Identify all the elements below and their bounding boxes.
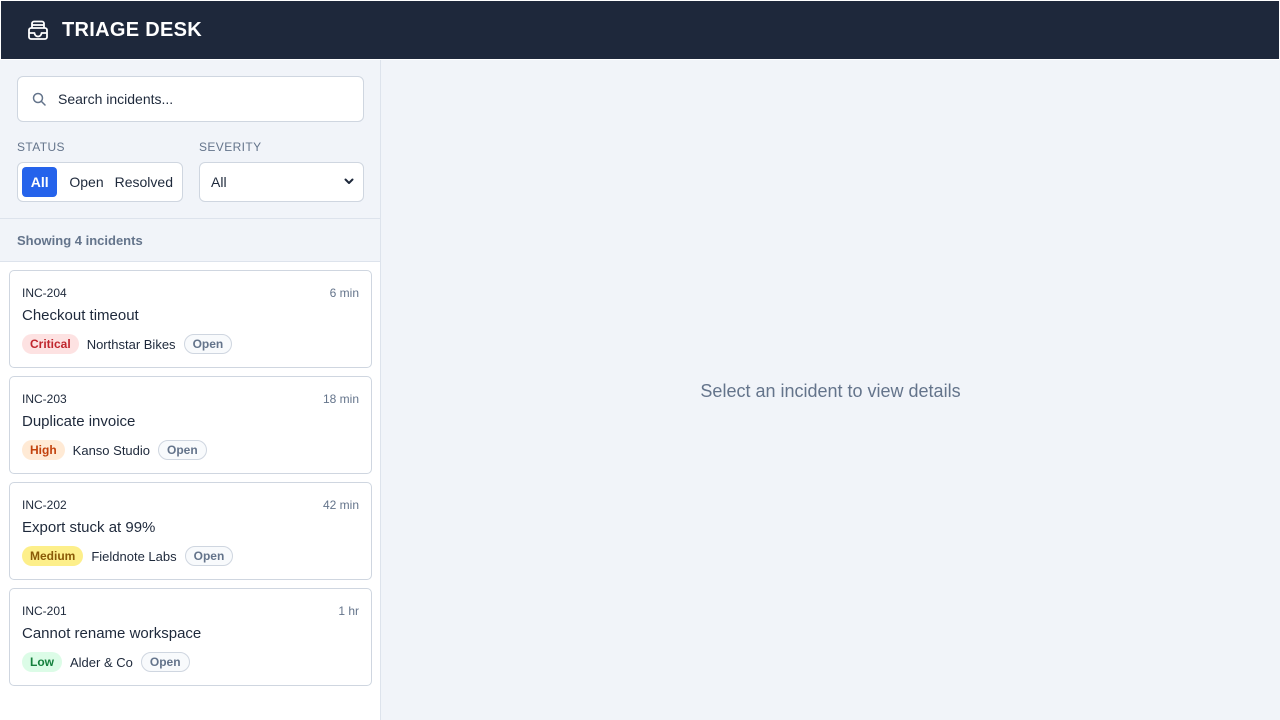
incident-card[interactable]: INC-201 1 hr Cannot rename workspace Low… (9, 588, 372, 686)
incident-id: INC-202 (22, 498, 67, 512)
severity-select[interactable]: All (199, 162, 364, 202)
filter-row: STATUS All Open Resolved SEVERITY All (17, 140, 364, 202)
customer-name: Kanso Studio (72, 442, 151, 458)
status-filter-label: STATUS (17, 140, 65, 154)
status-badge: Open (140, 652, 190, 672)
search-input[interactable] (58, 91, 338, 107)
app-title: TRIAGE DESK (62, 18, 202, 41)
incident-id: INC-201 (22, 604, 67, 618)
incident-sidebar: STATUS All Open Resolved SEVERITY All (0, 60, 381, 720)
status-badge: Open (183, 334, 233, 354)
chevron-down-icon (343, 174, 355, 190)
incident-id: INC-203 (22, 392, 67, 406)
severity-badge: Low (22, 652, 62, 672)
incident-title: Checkout timeout (22, 307, 139, 324)
incident-card[interactable]: INC-203 18 min Duplicate invoice High Ka… (9, 376, 372, 474)
severity-filter-label: SEVERITY (199, 140, 262, 154)
status-filter: STATUS All Open Resolved (17, 140, 183, 202)
customer-name: Fieldnote Labs (91, 548, 177, 564)
customer-name: Alder & Co (70, 654, 133, 670)
search-box[interactable] (17, 76, 364, 122)
incident-list: INC-204 6 min Checkout timeout Critical … (0, 262, 380, 686)
customer-name: Northstar Bikes (86, 336, 176, 352)
app-header: TRIAGE DESK (0, 0, 1280, 60)
severity-badge: High (22, 440, 65, 460)
severity-badge: Medium (22, 546, 84, 566)
severity-filter: SEVERITY All (199, 140, 364, 202)
incident-card[interactable]: INC-202 42 min Export stuck at 99% Mediu… (9, 482, 372, 580)
status-option-all[interactable]: All (22, 167, 58, 197)
detail-panel: Select an incident to view details (381, 60, 1280, 720)
filter-panel: STATUS All Open Resolved SEVERITY All (0, 60, 380, 219)
incident-age: 1 hr (338, 604, 359, 618)
inbox-tray-icon (27, 19, 49, 41)
incident-title: Cannot rename workspace (22, 625, 202, 642)
incident-id: INC-204 (22, 286, 67, 300)
incident-title: Export stuck at 99% (22, 519, 156, 536)
incident-title: Duplicate invoice (22, 413, 136, 430)
incident-age: 6 min (329, 286, 359, 300)
status-badge: Open (184, 546, 234, 566)
severity-badge: Critical (22, 334, 79, 354)
search-icon (32, 92, 46, 106)
status-segmented-control: All Open Resolved (17, 162, 183, 202)
incident-age: 18 min (322, 392, 359, 406)
status-option-resolved[interactable]: Resolved (110, 167, 178, 197)
incident-count: Showing 4 incidents (0, 219, 380, 262)
incident-age: 42 min (322, 498, 359, 512)
status-option-open[interactable]: Open (64, 167, 108, 197)
status-badge: Open (158, 440, 207, 460)
incident-card[interactable]: INC-204 6 min Checkout timeout Critical … (9, 270, 372, 368)
severity-select-value: All (211, 174, 227, 190)
empty-state-message: Select an incident to view details (700, 381, 961, 401)
